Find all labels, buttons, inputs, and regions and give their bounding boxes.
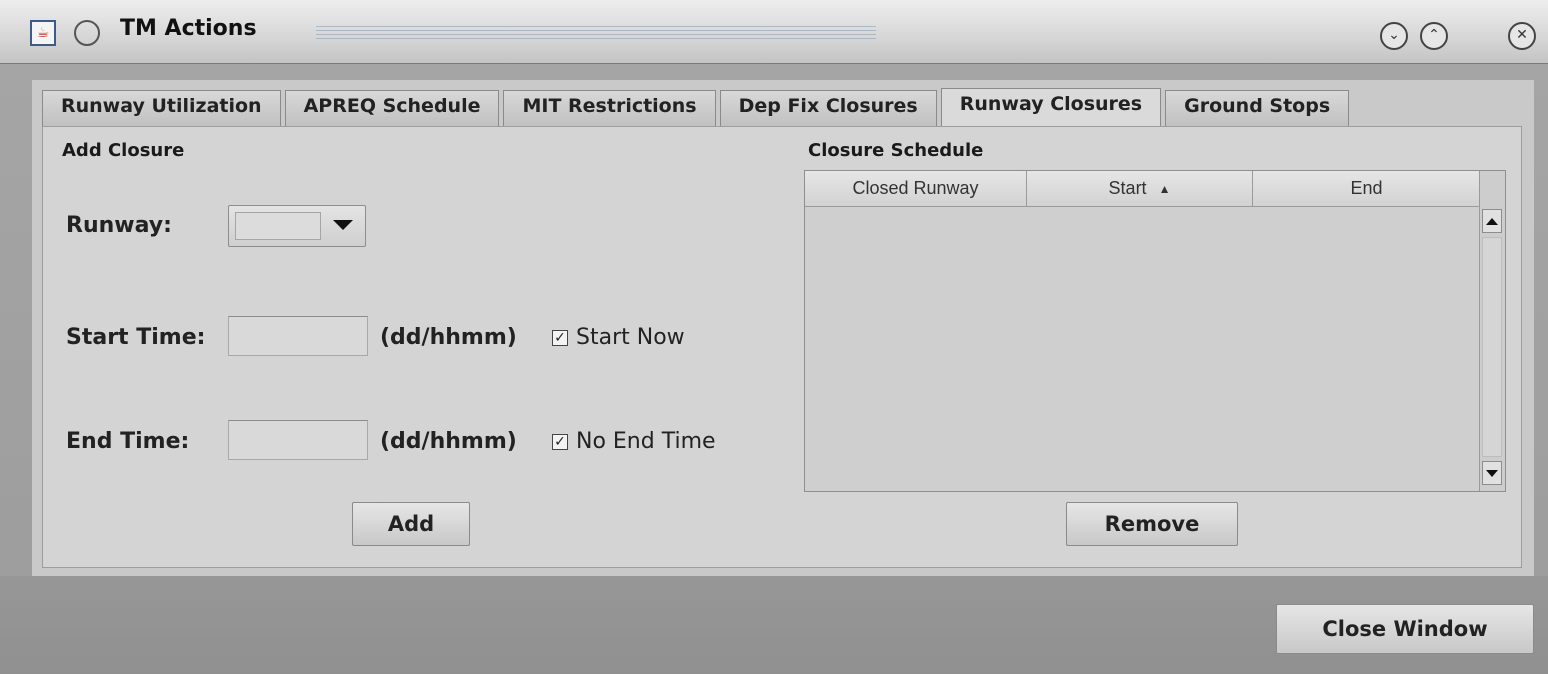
minimize-icon[interactable]: ⌄ <box>1380 22 1408 50</box>
closure-schedule-heading: Closure Schedule <box>808 140 984 161</box>
tab-mit-restrictions[interactable]: MIT Restrictions <box>503 90 716 126</box>
column-header-closed-runway[interactable]: Closed Runway <box>805 171 1027 207</box>
no-end-time-label: No End Time <box>576 429 716 454</box>
start-now-label: Start Now <box>576 325 685 350</box>
title-bar[interactable]: ☕ TM Actions ⌄ ⌃ ✕ <box>0 0 1548 64</box>
table-body[interactable] <box>805 207 1481 491</box>
scroll-up-icon[interactable] <box>1482 209 1502 233</box>
add-closure-heading: Add Closure <box>62 140 185 161</box>
tab-apreq-schedule[interactable]: APREQ Schedule <box>284 90 500 126</box>
tab-ground-stops[interactable]: Ground Stops <box>1165 90 1350 126</box>
window-title: TM Actions <box>120 16 257 41</box>
java-coffee-icon[interactable]: ☕ <box>30 20 56 46</box>
close-window-button[interactable]: Close Window <box>1276 604 1534 654</box>
scroll-down-icon[interactable] <box>1482 461 1502 485</box>
runway-dropdown-value <box>235 212 321 240</box>
vertical-scrollbar[interactable] <box>1479 171 1505 491</box>
no-end-time-checkbox-row[interactable]: ✓ No End Time <box>552 429 716 454</box>
window-menu-icon[interactable] <box>74 20 100 46</box>
close-icon[interactable]: ✕ <box>1508 22 1536 50</box>
remove-button[interactable]: Remove <box>1066 502 1238 546</box>
column-header-start[interactable]: Start ▲ <box>1027 171 1253 207</box>
tm-actions-window: ☕ TM Actions ⌄ ⌃ ✕ Runway Utilization AP… <box>0 0 1548 674</box>
tab-runway-closures[interactable]: Runway Closures <box>940 88 1162 126</box>
tab-dep-fix-closures[interactable]: Dep Fix Closures <box>719 90 937 126</box>
tab-runway-utilization[interactable]: Runway Utilization <box>42 90 281 126</box>
title-bar-grip <box>316 26 876 40</box>
end-time-label: End Time: <box>66 429 190 454</box>
runway-label: Runway: <box>66 213 172 238</box>
end-time-format: (dd/hhmm) <box>380 429 517 454</box>
add-button[interactable]: Add <box>352 502 470 546</box>
tab-strip: Runway Utilization APREQ Schedule MIT Re… <box>42 88 1353 126</box>
no-end-time-checkbox[interactable]: ✓ <box>552 433 568 450</box>
table-header: Closed Runway Start ▲ End <box>805 171 1481 207</box>
start-now-checkbox[interactable]: ✓ <box>552 329 568 346</box>
scroll-track[interactable] <box>1482 237 1502 457</box>
sort-ascending-icon: ▲ <box>1158 181 1171 196</box>
chevron-down-icon <box>333 220 353 230</box>
runway-dropdown[interactable] <box>228 205 366 247</box>
closure-schedule-table: Closed Runway Start ▲ End <box>804 170 1506 492</box>
start-now-checkbox-row[interactable]: ✓ Start Now <box>552 325 685 350</box>
column-header-end[interactable]: End <box>1253 171 1481 207</box>
maximize-icon[interactable]: ⌃ <box>1420 22 1448 50</box>
start-time-label: Start Time: <box>66 325 206 350</box>
end-time-input[interactable] <box>228 420 368 460</box>
start-time-input[interactable] <box>228 316 368 356</box>
start-time-format: (dd/hhmm) <box>380 325 517 350</box>
